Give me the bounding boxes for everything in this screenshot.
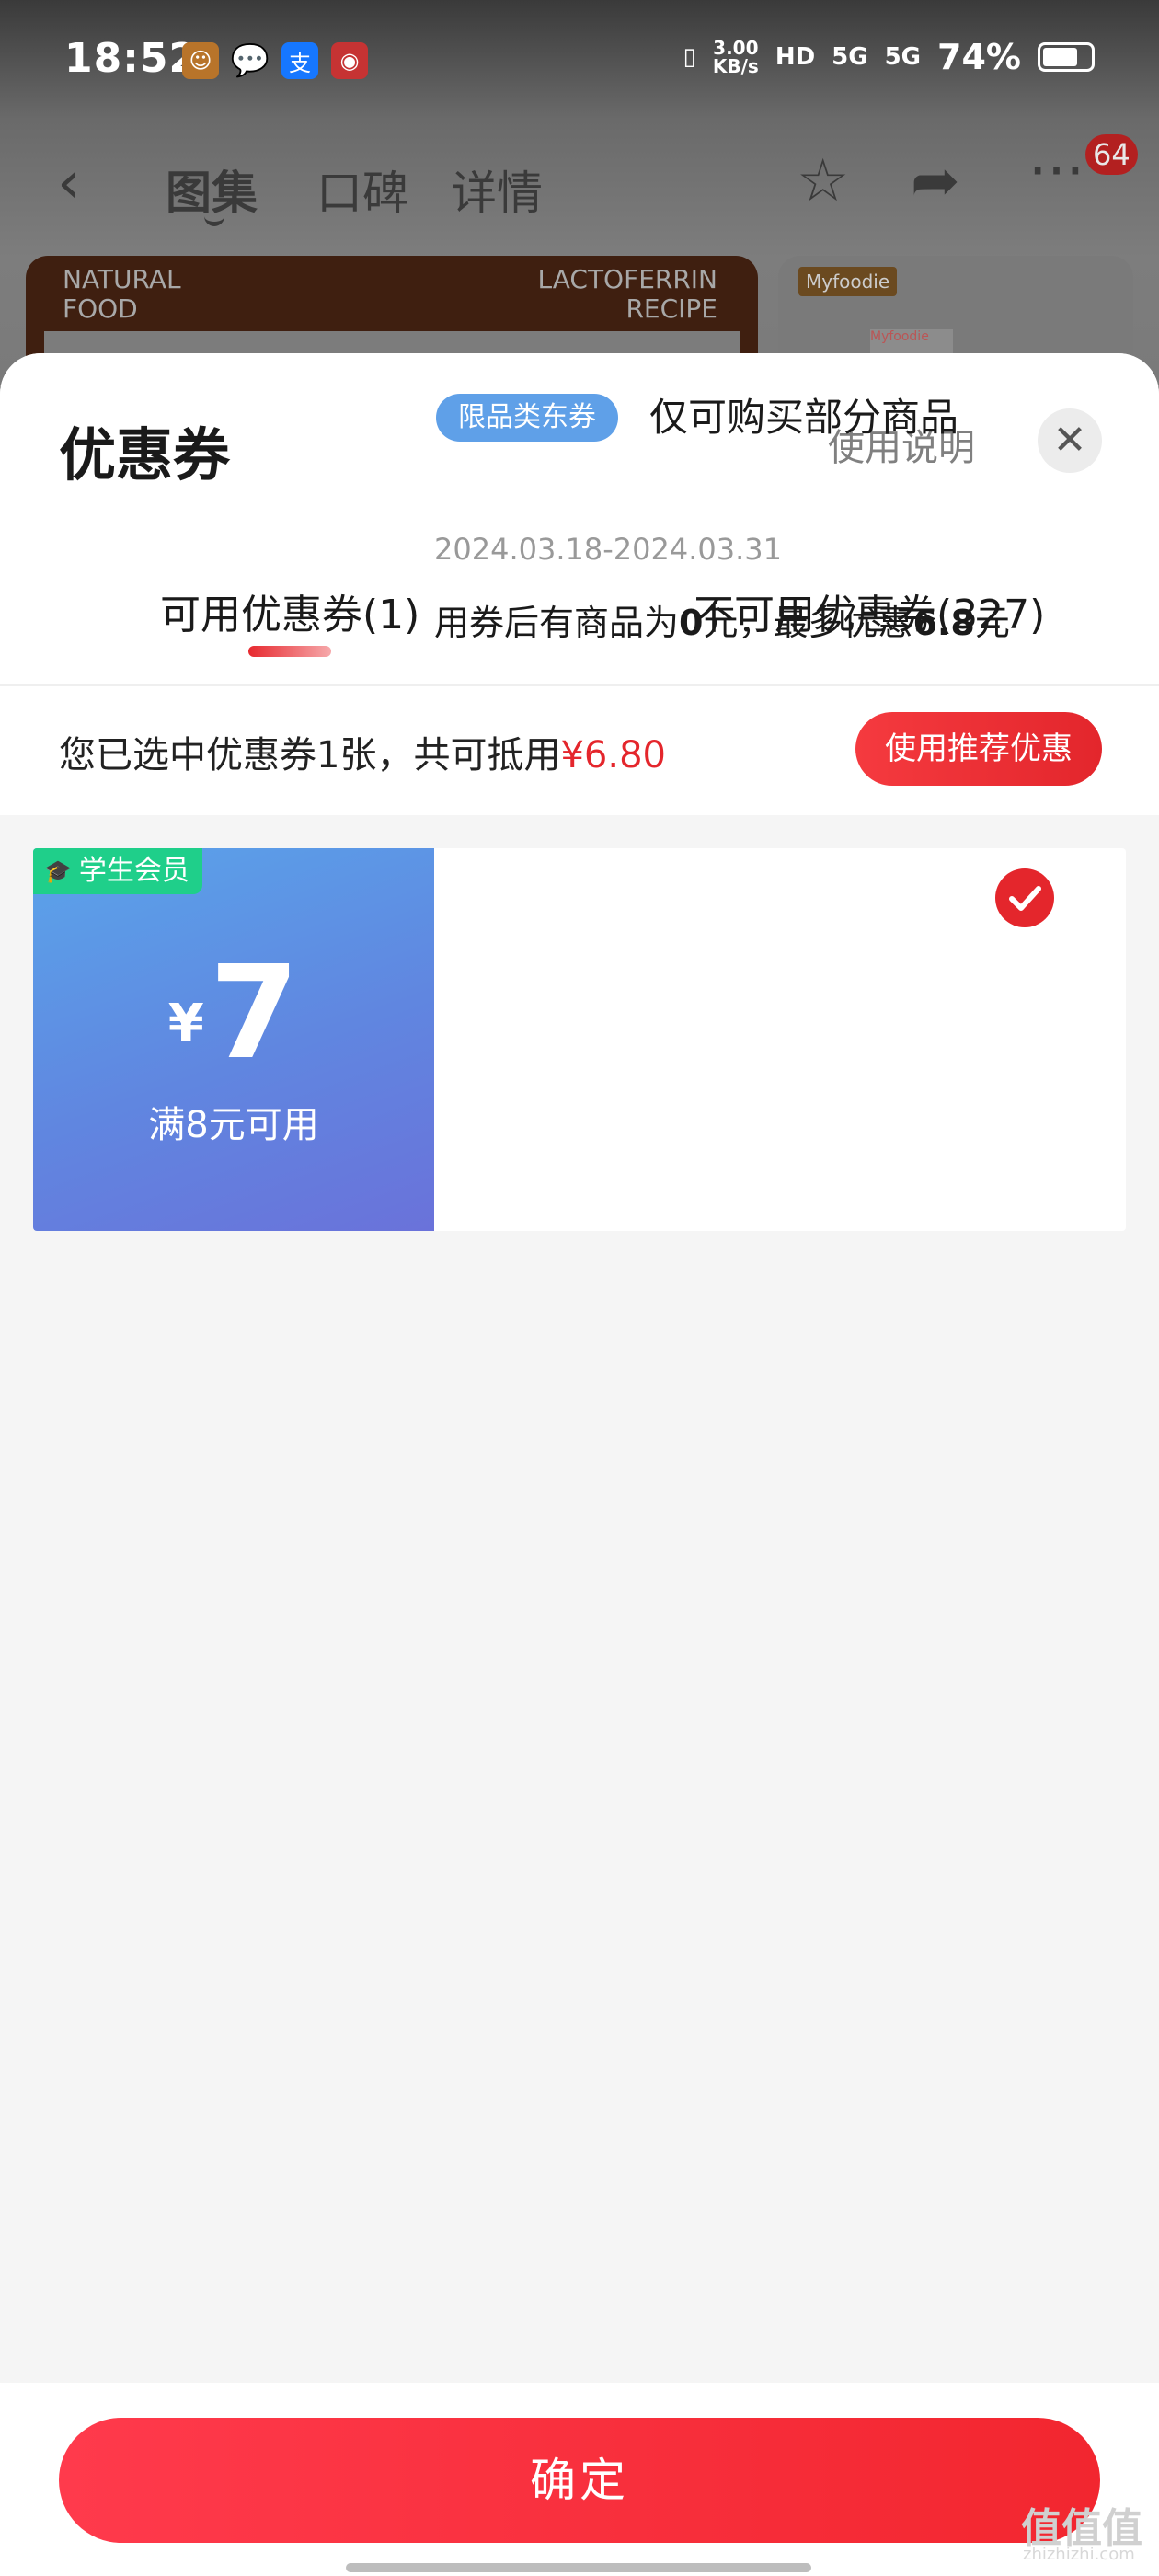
status-time: 18:52: [64, 35, 199, 82]
confirm-button[interactable]: 确定: [59, 2418, 1100, 2543]
tab-details[interactable]: 详情: [451, 156, 543, 223]
coupon-date-range: 2024.03.18-2024.03.31: [434, 532, 782, 567]
star-icon[interactable]: ☆: [797, 147, 849, 215]
summary-prefix: 您已选中优惠券1张，共可抵用: [59, 734, 561, 776]
signal-sim2-icon: 5G: [884, 43, 922, 71]
back-icon[interactable]: ‹: [57, 149, 81, 217]
wechat-icon: 💬: [230, 42, 270, 79]
coupon-scallop-edge: [33, 848, 42, 1231]
status-right: ▯ 3.00 KB/s HD 5G 5G 74%: [683, 37, 1095, 77]
desc-part: 元: [974, 603, 1010, 643]
coupon-value: 7: [209, 938, 300, 1088]
home-indicator[interactable]: [346, 2563, 811, 2572]
selected-check-icon[interactable]: [993, 867, 1056, 929]
vibrate-icon: ▯: [683, 43, 696, 71]
product-nav-bar: ‹ 图集 口碑 详情 ☆ ➦ ···: [0, 138, 1159, 239]
sheet-title: 优惠券: [59, 421, 231, 489]
desc-value: 6.8: [912, 603, 975, 643]
coupon-amount: ¥7: [33, 949, 434, 1078]
close-icon: ✕: [1052, 417, 1087, 464]
background-page: 18:52 ☺ 💬 支 ◉ ▯ 3.00 KB/s HD 5G 5G 74% ‹…: [0, 0, 1159, 386]
coupon-value-panel: 🎓 学生会员 ¥7 满8元可用: [33, 848, 434, 1231]
product-left-text: NATURAL FOOD: [63, 265, 181, 324]
coupon-description: 用券后有商品为0元，最多优惠6.8元: [434, 594, 1010, 645]
use-recommended-button[interactable]: 使用推荐优惠: [855, 712, 1102, 786]
brand-logo: Myfoodie: [798, 267, 898, 296]
summary-amount: ¥6.80: [560, 734, 666, 776]
tab-gallery[interactable]: 图集: [166, 156, 258, 223]
battery-icon: [1038, 42, 1095, 72]
tab-reviews[interactable]: 口碑: [316, 156, 408, 223]
member-badge-label: 学生会员: [78, 855, 189, 887]
desc-value: 0: [679, 603, 704, 643]
status-app-icons: ☺ 💬 支 ◉: [182, 42, 368, 79]
desc-part: 元，最多优惠: [703, 603, 913, 643]
transit-app-icon: ◉: [331, 42, 368, 79]
selection-summary: 您已选中优惠券1张，共可抵用¥6.80 使用推荐优惠: [0, 686, 1159, 815]
footer: 确定: [0, 2383, 1159, 2576]
status-bar: 18:52 ☺ 💬 支 ◉ ▯ 3.00 KB/s HD 5G 5G 74%: [0, 0, 1159, 120]
signal-sim1-icon: 5G: [832, 43, 868, 71]
coupon-scope: 仅可购买部分商品: [649, 395, 959, 440]
coupon-threshold: 满8元可用: [148, 1104, 319, 1146]
battery-percent: 74%: [937, 37, 1021, 77]
summary-text: 您已选中优惠券1张，共可抵用¥6.80: [59, 725, 666, 778]
net-speed-value: 3.00: [713, 37, 759, 59]
desc-part: 用券后有商品为: [434, 603, 680, 643]
hd-icon: HD: [775, 43, 816, 71]
watermark-url: zhizhizhi.com: [1023, 2545, 1135, 2564]
student-member-badge: 🎓 学生会员: [33, 848, 202, 894]
product-left-label: NATURAL FOOD: [63, 264, 181, 324]
currency-symbol: ¥: [167, 994, 204, 1053]
coupon-card[interactable]: 🎓 学生会员 ¥7 满8元可用: [33, 848, 1126, 1231]
net-speed: 3.00 KB/s: [713, 39, 759, 75]
tab-indicator: [204, 215, 224, 226]
product-right-text: LACTOFERRIN RECIPE: [537, 265, 717, 324]
coupon-type-tag: 限品类东券: [436, 394, 618, 442]
game-app-icon: ☺: [182, 42, 219, 79]
share-icon[interactable]: ➦: [911, 147, 960, 215]
product-right-label: LACTOFERRIN RECIPE: [537, 264, 717, 324]
more-icon[interactable]: ···: [1028, 138, 1084, 206]
alipay-icon: 支: [281, 42, 318, 79]
coupon-sheet: 优惠券 使用说明 ✕ 可用优惠券(1) 不可用优惠券(327) 您已选中优惠券1…: [0, 353, 1159, 2576]
message-badge: 64: [1085, 134, 1138, 175]
tab-available-coupons[interactable]: 可用优惠券(1): [160, 581, 419, 640]
tab-active-indicator: [248, 646, 331, 657]
battery-fill: [1043, 48, 1077, 66]
close-button[interactable]: ✕: [1038, 408, 1102, 473]
net-speed-unit: KB/s: [712, 55, 759, 77]
graduation-cap-icon: 🎓: [44, 858, 72, 884]
